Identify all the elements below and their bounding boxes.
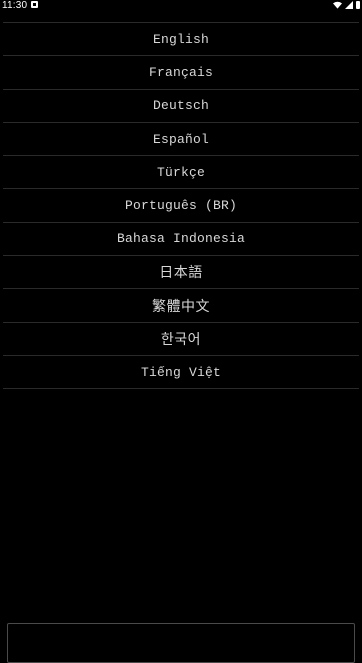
status-bar: 11:30 <box>0 0 362 12</box>
language-option-portuguese-br[interactable]: Português (BR) <box>3 189 359 223</box>
signal-icon <box>345 1 353 9</box>
language-option-japanese[interactable]: 日本語 <box>3 256 359 290</box>
bottom-panel <box>7 623 355 663</box>
language-option-vietnamese[interactable]: Tiếng Việt <box>3 356 359 390</box>
language-option-traditional-chinese[interactable]: 繁體中文 <box>3 289 359 323</box>
wifi-icon <box>333 1 342 9</box>
language-option-german[interactable]: Deutsch <box>3 90 359 123</box>
language-list: English Français Deutsch Español Türkçe … <box>3 22 359 390</box>
status-icons <box>333 1 360 9</box>
language-option-english[interactable]: English <box>3 23 359 57</box>
app-notification-icon <box>31 1 38 8</box>
language-option-french[interactable]: Français <box>3 56 359 90</box>
language-option-turkish[interactable]: Türkçe <box>3 156 359 190</box>
language-option-indonesian[interactable]: Bahasa Indonesia <box>3 223 359 257</box>
language-option-korean[interactable]: 한국어 <box>3 323 359 356</box>
status-time: 11:30 <box>2 0 28 11</box>
battery-icon <box>356 1 360 9</box>
language-option-spanish[interactable]: Español <box>3 123 359 157</box>
